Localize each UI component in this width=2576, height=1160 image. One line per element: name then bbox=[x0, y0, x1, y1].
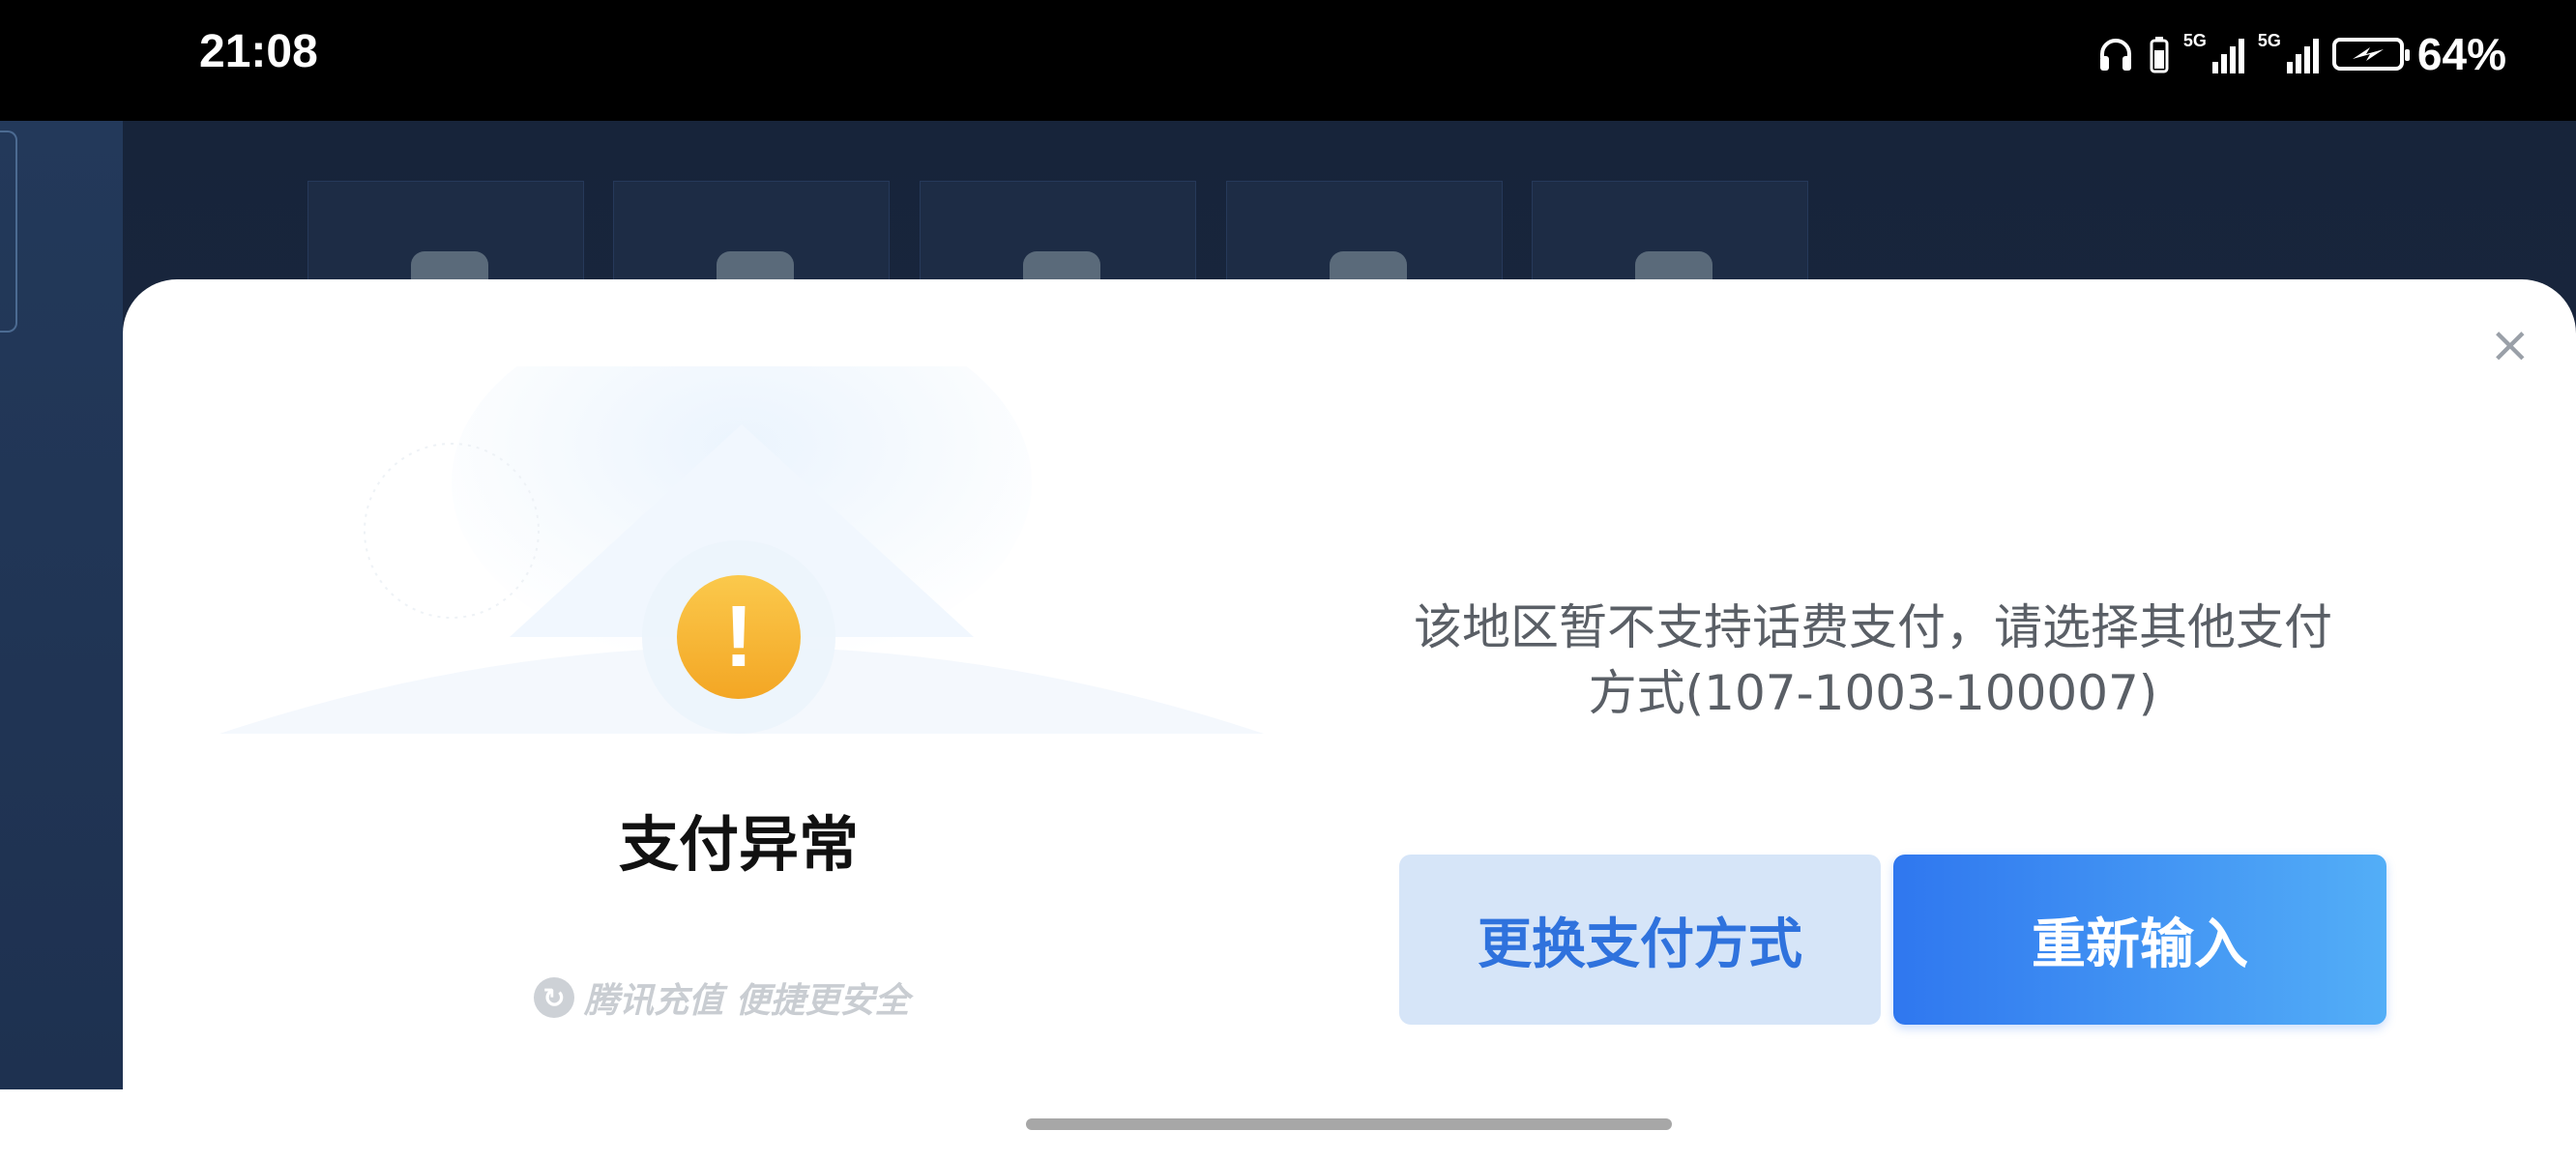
error-message: 该地区暂不支持话费支付，请选择其他支付 方式(107-1003-100007) bbox=[1390, 594, 2356, 726]
status-bar: 21:08 5G 5G 64% bbox=[0, 0, 2576, 121]
signal-icon: 5G bbox=[2183, 31, 2244, 73]
close-icon[interactable]: × bbox=[2489, 320, 2532, 370]
error-message-line: 该地区暂不支持话费支付，请选择其他支付 bbox=[1414, 599, 2332, 655]
home-indicator[interactable] bbox=[1026, 1118, 1672, 1130]
re-enter-button[interactable]: 重新输入 bbox=[1893, 855, 2386, 1025]
left-side-panel bbox=[0, 121, 123, 1089]
error-message-line: 方式(107-1003-100007) bbox=[1588, 665, 2158, 721]
warning-icon: ! bbox=[677, 575, 801, 699]
network-type-label: 5G bbox=[2257, 31, 2281, 50]
brand-slogan: 腾讯充值 便捷更安全 bbox=[584, 981, 910, 1021]
signal-icon: 5G bbox=[2258, 31, 2319, 73]
battery-percent: 64% bbox=[2416, 29, 2506, 79]
status-time: 21:08 bbox=[199, 26, 318, 77]
brand-footer: ↻ 腾讯充值 便捷更安全 bbox=[534, 973, 910, 1022]
network-type-label: 5G bbox=[2182, 31, 2207, 50]
battery-small-icon bbox=[2150, 37, 2169, 73]
dialog-title: 支付异常 bbox=[618, 809, 859, 880]
status-icons: 5G 5G 64% bbox=[2096, 27, 2506, 81]
brand-logo-icon: ↻ bbox=[534, 977, 574, 1018]
headphones-icon bbox=[2099, 39, 2131, 71]
side-tab[interactable] bbox=[0, 130, 17, 333]
payment-error-dialog: × ! 支付异常 ↻ 腾讯充值 便捷更安全 该地区暂不支持话费支付，请选择其他支… bbox=[123, 279, 2576, 1089]
battery-charging-icon bbox=[2331, 38, 2410, 71]
change-payment-method-button[interactable]: 更换支付方式 bbox=[1399, 855, 1881, 1025]
